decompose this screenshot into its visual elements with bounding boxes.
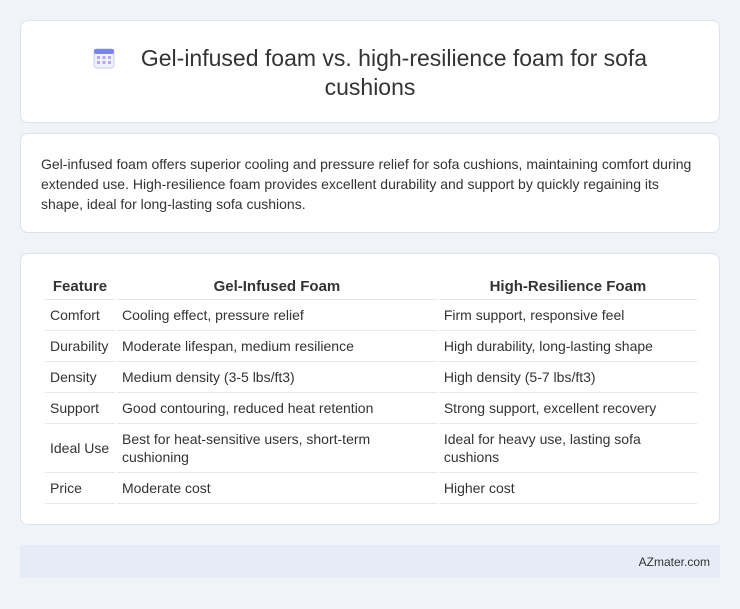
row-hr-value: Firm support, responsive feel xyxy=(438,300,697,331)
row-feature: Comfort xyxy=(45,300,115,331)
row-feature: Ideal Use xyxy=(45,424,115,473)
page-title-block: Gel-infused foam vs. high-resilience foa… xyxy=(21,44,719,102)
row-gel-value: Cooling effect, pressure relief xyxy=(116,300,437,331)
row-feature: Durability xyxy=(45,331,115,362)
row-gel-value: Best for heat-sensitive users, short-ter… xyxy=(116,424,437,473)
table-row: Price Moderate cost Higher cost xyxy=(45,473,697,504)
row-feature: Support xyxy=(45,393,115,424)
header-high-resilience-foam: High-Resilience Foam xyxy=(438,274,697,300)
row-gel-value: Medium density (3-5 lbs/ft3) xyxy=(116,362,437,393)
row-gel-value: Moderate lifespan, medium resilience xyxy=(116,331,437,362)
footer-bar: AZmater.com xyxy=(20,545,720,578)
comparison-card: Feature Gel-Infused Foam High-Resilience… xyxy=(20,253,720,525)
row-gel-value: Moderate cost xyxy=(116,473,437,504)
row-gel-value: Good contouring, reduced heat retention xyxy=(116,393,437,424)
table-row: Comfort Cooling effect, pressure relief … xyxy=(45,300,697,331)
calendar-icon xyxy=(93,48,115,69)
row-hr-value: Strong support, excellent recovery xyxy=(438,393,697,424)
page-title: Gel-infused foam vs. high-resilience foa… xyxy=(140,45,648,100)
row-feature: Density xyxy=(45,362,115,393)
row-hr-value: Ideal for heavy use, lasting sofa cushio… xyxy=(438,424,697,473)
row-hr-value: High durability, long-lasting shape xyxy=(438,331,697,362)
table-row: Ideal Use Best for heat-sensitive users,… xyxy=(45,424,697,473)
table-row: Density Medium density (3-5 lbs/ft3) Hig… xyxy=(45,362,697,393)
header-feature: Feature xyxy=(45,274,115,300)
title-card: Gel-infused foam vs. high-resilience foa… xyxy=(20,20,720,123)
comparison-table: Feature Gel-Infused Foam High-Resilience… xyxy=(43,274,699,504)
description-text: Gel-infused foam offers superior cooling… xyxy=(41,156,692,212)
row-hr-value: Higher cost xyxy=(438,473,697,504)
table-row: Durability Moderate lifespan, medium res… xyxy=(45,331,697,362)
table-header-row: Feature Gel-Infused Foam High-Resilience… xyxy=(45,274,697,300)
row-feature: Price xyxy=(45,473,115,504)
footer-brand-link[interactable]: AZmater.com xyxy=(639,555,710,569)
description-card: Gel-infused foam offers superior cooling… xyxy=(20,133,720,233)
table-row: Support Good contouring, reduced heat re… xyxy=(45,393,697,424)
row-hr-value: High density (5-7 lbs/ft3) xyxy=(438,362,697,393)
header-gel-infused-foam: Gel-Infused Foam xyxy=(116,274,437,300)
